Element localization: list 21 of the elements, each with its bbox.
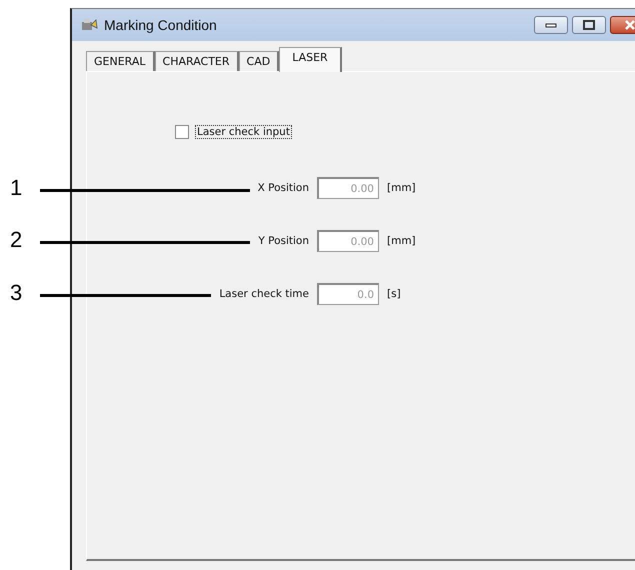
maximize-icon	[583, 20, 595, 30]
callout-number: 1	[10, 177, 22, 199]
close-icon	[624, 20, 635, 30]
tab[interactable]: CHARACTER	[154, 51, 239, 71]
unit-label: [mm]	[387, 182, 417, 194]
tab[interactable]: GENERAL	[86, 51, 155, 71]
window-title: Marking Condition	[104, 17, 217, 33]
callout-number: 2	[10, 229, 22, 251]
checkbox[interactable]	[175, 125, 189, 139]
checkbox-label[interactable]: Laser check input	[195, 125, 292, 139]
unit-label: [s]	[387, 288, 402, 300]
field-label: X Position	[258, 182, 309, 194]
tab[interactable]: LASER	[279, 47, 342, 72]
minimize-button[interactable]	[534, 16, 568, 34]
unit-label: [mm]	[387, 235, 417, 247]
field-label: Laser check time	[219, 288, 309, 300]
maximize-button[interactable]	[572, 16, 606, 34]
field-label: Y Position	[258, 235, 309, 247]
tab[interactable]: CAD	[238, 51, 280, 71]
callout-number: 3	[10, 282, 22, 304]
minimize-icon	[545, 22, 557, 28]
